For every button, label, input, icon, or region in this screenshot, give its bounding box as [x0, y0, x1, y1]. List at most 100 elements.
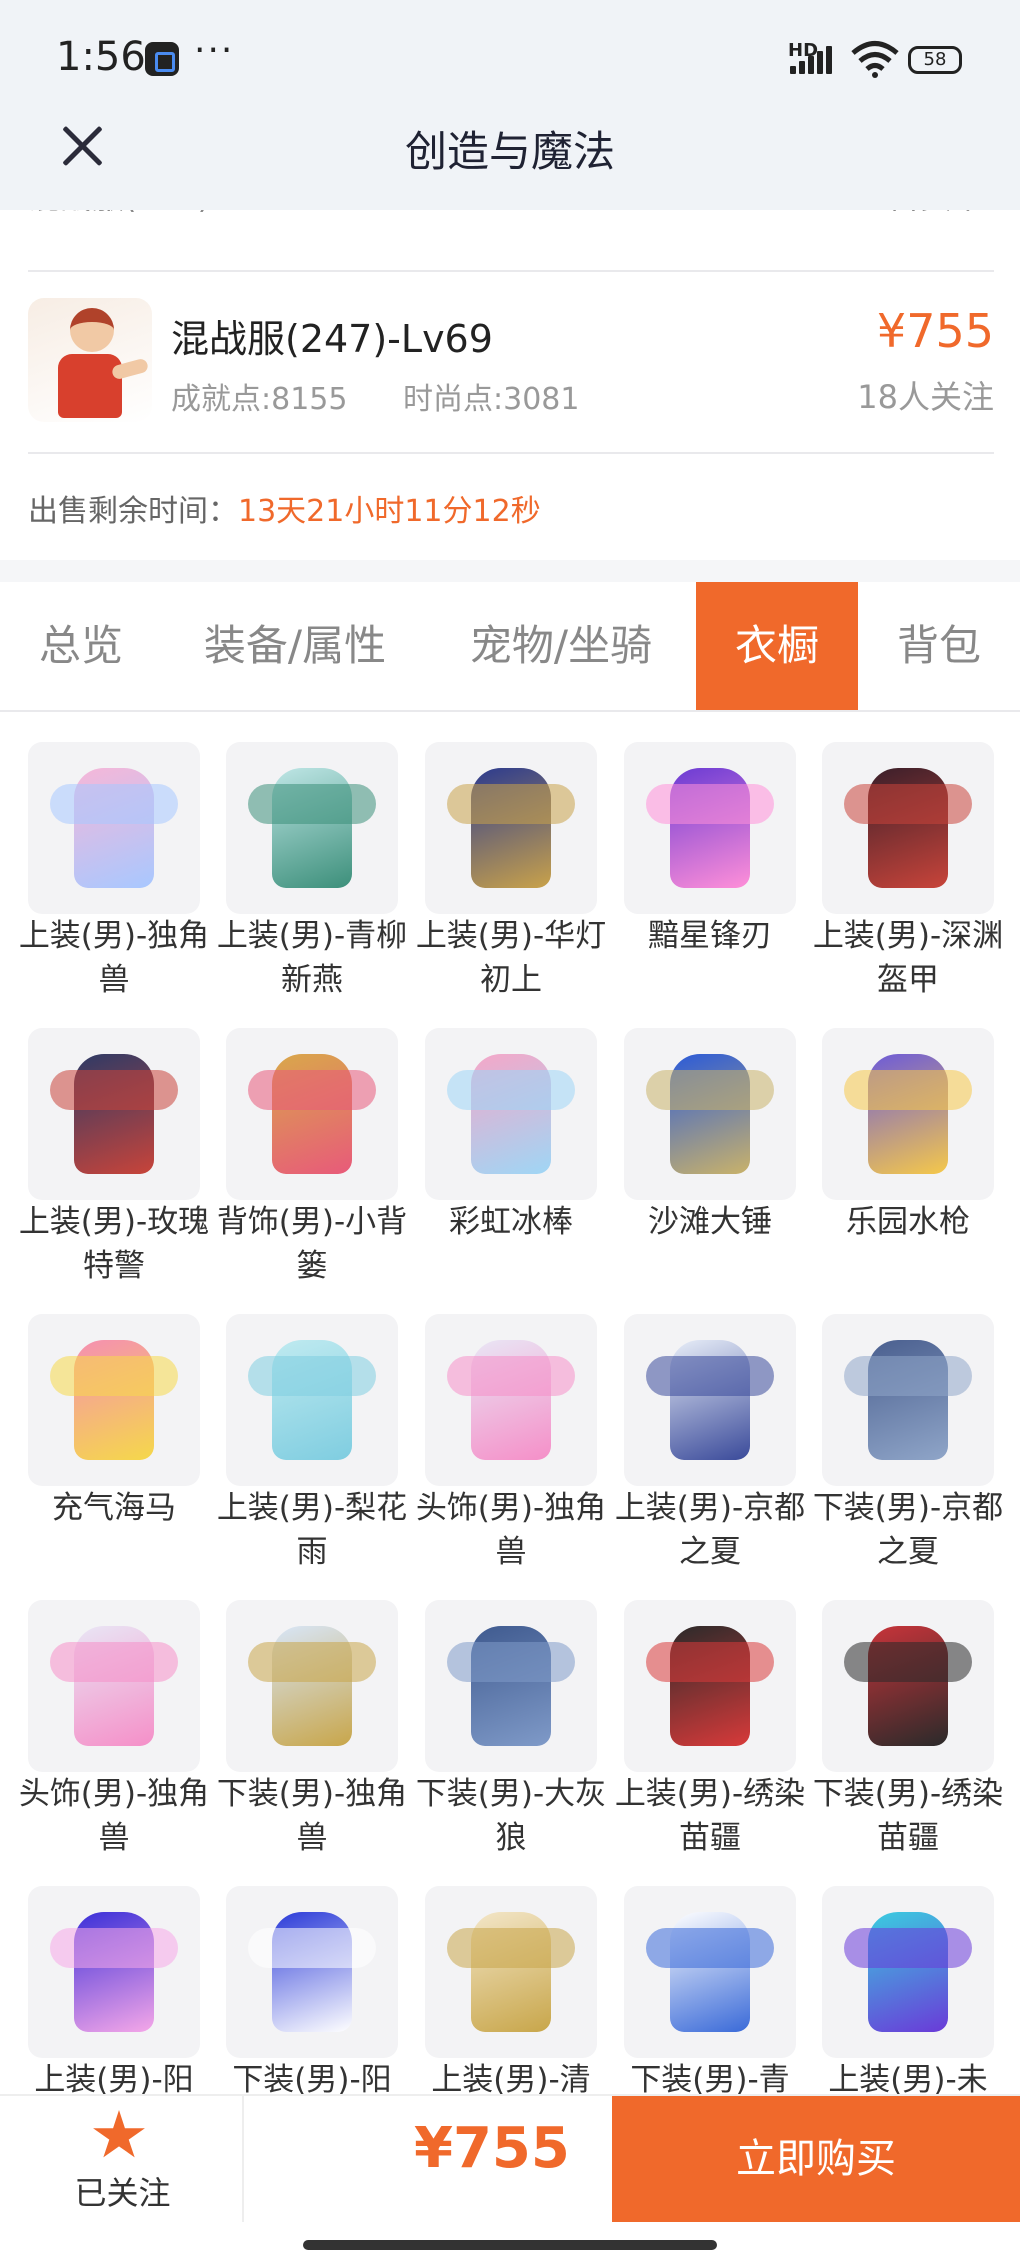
wardrobe-item-name: 上装(男)-华灯初上 [415, 918, 607, 998]
star-icon [93, 2110, 145, 2158]
page-title: 创造与魔法 [404, 127, 615, 176]
wardrobe-item-name: 下装(男)-阳 [232, 2062, 392, 2094]
wardrobe-item-name: 彩虹冰棒 [449, 1204, 573, 1240]
wardrobe-item-name: 充气海马 [52, 1490, 176, 1526]
wardrobe-item[interactable]: 沙滩大锤 [624, 1000, 796, 1270]
item-info: 混战服(247)-Lv69 成就点:8155 时尚点:3081 ¥755 18人… [28, 272, 994, 454]
wardrobe-item[interactable]: 下装(男)-阳 [226, 1858, 398, 2094]
sale-timer-value: 13天21小时11分12秒 [238, 494, 541, 529]
wardrobe-item[interactable]: 乐园水枪 [822, 1000, 994, 1270]
wardrobe-item[interactable]: 下装(男)-绣染苗疆 [813, 1572, 1003, 1856]
wardrobe-item[interactable]: 下装(男)-独角兽 [217, 1572, 407, 1856]
wardrobe-item-name: 背饰(男)-小背篓 [216, 1204, 408, 1284]
wardrobe-item-name: 上装(男)-清 [431, 2062, 591, 2094]
wardrobe-item[interactable]: 彩虹冰棒 [425, 1000, 597, 1270]
hammer-icon [624, 1028, 796, 1200]
tab-backpack[interactable]: 背包 [858, 582, 1020, 710]
top-bar: 1:56 ··· HD 58 创造与魔法 [0, 0, 1020, 210]
header: 创造与魔法 [0, 110, 1020, 210]
character-avatar [28, 298, 152, 422]
pants-icon [822, 1314, 994, 1486]
wardrobe-item[interactable]: 上装(男)-玫瑰特警 [19, 1000, 209, 1284]
tab-wardrobe[interactable]: 衣橱 [696, 582, 858, 710]
tab-pets-mounts[interactable]: 宠物/坐骑 [446, 582, 676, 710]
follower-count: 18人关注 [857, 378, 994, 416]
wardrobe-item-name: 下装(男)-独角兽 [216, 1776, 408, 1856]
wardrobe-item-name: 上装(男)-独角兽 [18, 918, 210, 998]
wardrobe-item-name: 上装(男)-深渊盔甲 [812, 918, 1004, 998]
seahorse-icon [28, 1314, 200, 1486]
achievement-points: 成就点:8155 [171, 382, 348, 417]
wardrobe-item[interactable]: 上装(男)-未 [822, 1858, 994, 2094]
wardrobe-grid: 上装(男)-独角兽 上装(男)-青柳新燕 上装(男)-华灯初上 黯星锋刃 上装(男)-深… [0, 714, 1020, 2094]
fashion-points: 时尚点:3081 [403, 382, 580, 417]
jacket-icon [822, 1886, 994, 2058]
armor-icon [822, 742, 994, 914]
wardrobe-item[interactable]: 头饰(男)-独角兽 [19, 1572, 209, 1856]
popsicle-icon [425, 1028, 597, 1200]
wardrobe-item[interactable]: 下装(男)-京都之夏 [813, 1286, 1003, 1570]
unicorn-top-icon [28, 742, 200, 914]
wardrobe-item-name: 上装(男)-阳 [34, 2062, 194, 2094]
wardrobe-item[interactable]: 上装(男)-梨花雨 [217, 1286, 407, 1570]
wardrobe-item-name: 黯星锋刃 [648, 918, 772, 954]
follow-label: 已关注 [74, 2174, 171, 2212]
kimono-icon [624, 1314, 796, 1486]
coat-icon [425, 742, 597, 914]
wardrobe-item[interactable]: 黯星锋刃 [624, 714, 796, 984]
signal-icon [790, 46, 840, 74]
wardrobe-item[interactable]: 下装(男)-大灰狼 [416, 1572, 606, 1856]
wardrobe-item-name: 下装(男)-青 [630, 2062, 790, 2094]
tab-equipment[interactable]: 装备/属性 [180, 582, 410, 710]
wardrobe-item[interactable]: 充气海马 [28, 1286, 200, 1556]
wardrobe-item[interactable]: 上装(男)-深渊盔甲 [813, 714, 1003, 998]
embroidered-skirt-icon [822, 1600, 994, 1772]
sword-icon [624, 742, 796, 914]
uniform-icon [28, 1028, 200, 1200]
wardrobe-item-name: 上装(男)-绣染苗疆 [614, 1776, 806, 1856]
wardrobe-item-name: 上装(男)-玫瑰特警 [18, 1204, 210, 1284]
status-bar: 1:56 ··· HD 58 [0, 0, 1020, 115]
wardrobe-item[interactable]: 上装(男)-阳 [28, 1858, 200, 2094]
robe-icon [226, 742, 398, 914]
sale-timer-label: 出售剩余时间： [28, 494, 238, 529]
wardrobe-item[interactable]: 下装(男)-青 [624, 1858, 796, 2094]
wardrobe-item-name: 下装(男)-大灰狼 [415, 1776, 607, 1856]
wardrobe-item-name: 头饰(男)-独角兽 [18, 1776, 210, 1856]
tab-overview[interactable]: 总览 [0, 582, 162, 710]
wardrobe-item[interactable]: 上装(男)-清 [425, 1858, 597, 2094]
section-gap [0, 560, 1020, 582]
battery-icon: 58 [908, 46, 962, 74]
wardrobe-item-name: 下装(男)-绣染苗疆 [812, 1776, 1004, 1856]
basket-icon [226, 1028, 398, 1200]
wardrobe-item-name: 上装(男)-京都之夏 [614, 1490, 806, 1570]
item-price: ¥755 [876, 304, 994, 358]
wifi-icon [851, 41, 899, 78]
wardrobe-item[interactable]: 上装(男)-京都之夏 [615, 1286, 805, 1570]
wardrobe-item[interactable]: 上装(男)-华灯初上 [416, 714, 606, 998]
robe-icon [425, 1886, 597, 2058]
item-name: 混战服(247)-Lv69 [171, 317, 493, 361]
shoes-icon [226, 1600, 398, 1772]
more-notifications-icon: ··· [194, 30, 235, 71]
pants-icon [624, 1886, 796, 2058]
wardrobe-item[interactable]: 头饰(男)-独角兽 [416, 1286, 606, 1570]
embroidered-top-icon [624, 1600, 796, 1772]
wardrobe-item[interactable]: 上装(男)-绣染苗疆 [615, 1572, 805, 1856]
unicorn-hood-icon [425, 1314, 597, 1486]
app-notification-icon [145, 42, 179, 76]
buy-now-button[interactable]: 立即购买 [612, 2096, 1020, 2222]
sale-timer: 出售剩余时间：13天21小时11分12秒 [28, 486, 541, 530]
wardrobe-item[interactable]: 上装(男)-独角兽 [19, 714, 209, 998]
wardrobe-item-name: 下装(男)-京都之夏 [812, 1490, 1004, 1570]
wardrobe-item[interactable]: 背饰(男)-小背篓 [217, 1000, 407, 1284]
bottom-price: ¥755 [414, 2116, 570, 2181]
wardrobe-item-name: 乐园水枪 [846, 1204, 970, 1240]
wardrobe-item[interactable]: 上装(男)-青柳新燕 [217, 714, 407, 998]
follow-button[interactable]: 已关注 [40, 2096, 205, 2222]
water-gun-icon [822, 1028, 994, 1200]
status-time: 1:56 [56, 34, 146, 80]
unicorn-hood-icon [28, 1600, 200, 1772]
bottom-bar: 已关注 ¥755 立即购买 [0, 2094, 1020, 2222]
wardrobe-item-name: 头饰(男)-独角兽 [415, 1490, 607, 1570]
